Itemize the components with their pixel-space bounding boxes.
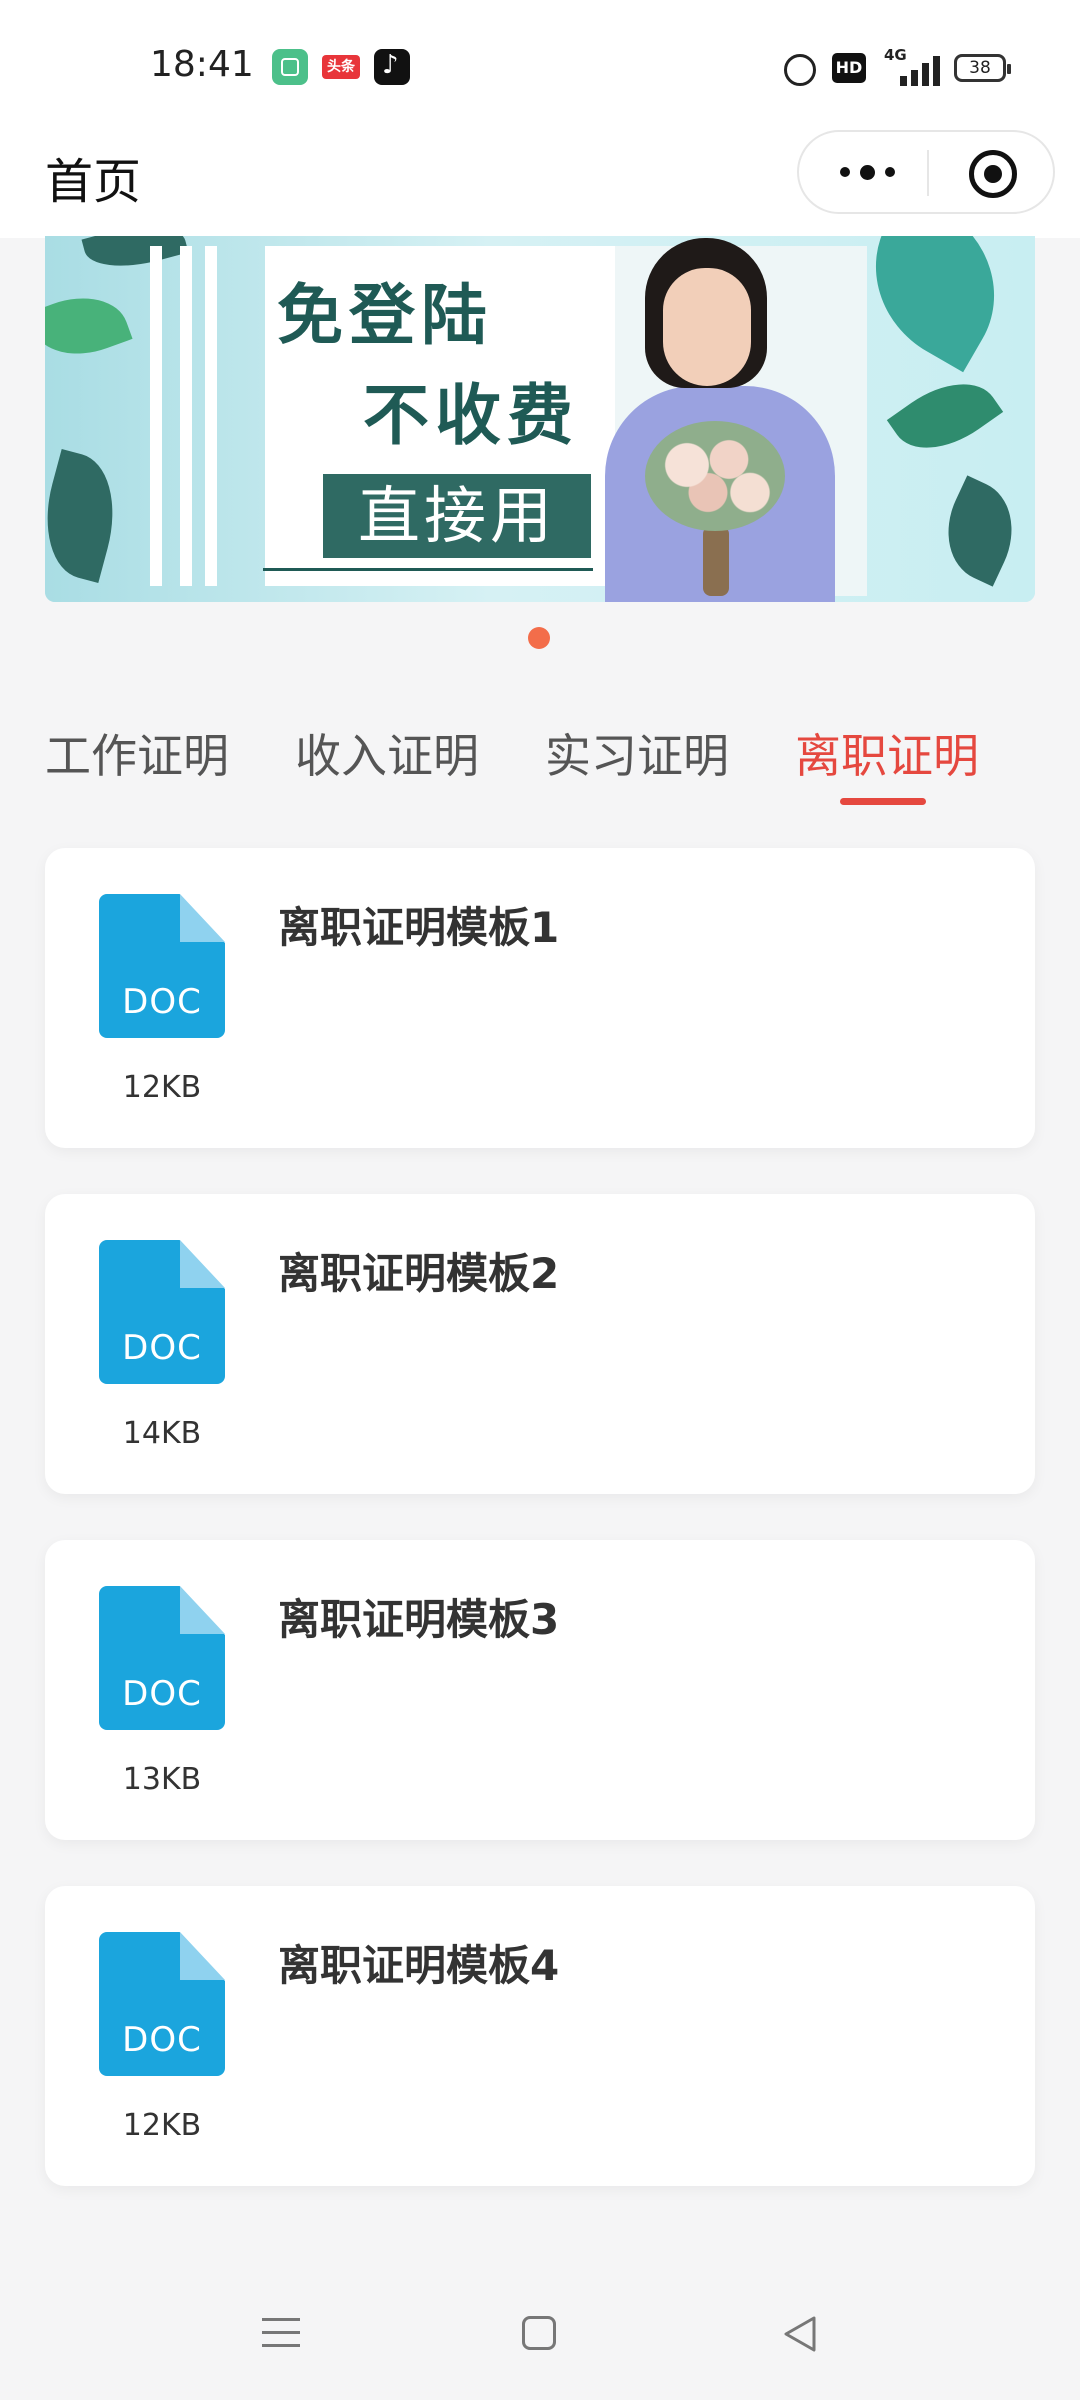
banner-headline-1: 免登陆	[277, 277, 493, 354]
file-size: 12KB	[122, 2108, 202, 2143]
file-card[interactable]: DOC 离职证明模板4 12KB	[45, 1886, 1035, 2186]
status-time: 18:41	[150, 44, 254, 85]
file-card[interactable]: DOC 离职证明模板2 14KB	[45, 1194, 1035, 1494]
banner-headline-2: 不收费	[363, 377, 579, 454]
system-navigation-bar	[0, 2270, 1080, 2400]
doc-type-label: DOC	[122, 2020, 202, 2060]
hd-icon: HD	[832, 53, 866, 83]
gallery-app-icon	[272, 49, 308, 85]
doc-fold-icon	[180, 1586, 225, 1634]
tab-internship-certificate[interactable]: 实习证明	[545, 720, 729, 786]
banner-cta: 直接用	[323, 474, 591, 558]
file-size: 13KB	[122, 1762, 202, 1797]
category-tabs: 工作证明 收入证明 实习证明 离职证明	[0, 700, 1080, 820]
doc-type-label: DOC	[122, 982, 202, 1022]
bouquet-stems	[703, 526, 729, 596]
doc-type-label: DOC	[122, 1328, 202, 1368]
tab-work-certificate[interactable]: 工作证明	[45, 720, 229, 786]
status-bar: 18:41 头条 HD 4G 38	[0, 0, 1080, 120]
menu-icon[interactable]	[262, 2316, 300, 2350]
mini-program-capsule	[797, 130, 1055, 214]
file-size: 14KB	[122, 1416, 202, 1451]
alarm-icon	[784, 54, 816, 86]
page-title: 首页	[45, 154, 142, 210]
more-dots-icon[interactable]	[817, 142, 917, 202]
banner-stripe	[180, 246, 192, 586]
battery-icon: 38	[954, 54, 1011, 82]
file-title: 离职证明模板3	[278, 1595, 560, 1644]
banner[interactable]: 免登陆 不收费 直接用	[45, 236, 1035, 602]
target-close-icon[interactable]	[969, 150, 1017, 198]
toutiao-app-icon: 头条	[322, 55, 360, 79]
bouquet-image	[645, 421, 785, 531]
signal-icon: 4G	[884, 46, 940, 86]
file-title: 离职证明模板1	[278, 903, 560, 952]
file-title: 离职证明模板4	[278, 1941, 560, 1990]
doc-fold-icon	[180, 1240, 225, 1288]
banner-pager-dot	[528, 627, 550, 649]
file-title: 离职证明模板2	[278, 1249, 560, 1298]
file-size: 12KB	[122, 1070, 202, 1105]
doc-fold-icon	[180, 894, 225, 942]
nav-bar: 首页	[0, 120, 1080, 238]
file-card[interactable]: DOC 离职证明模板1 12KB	[45, 848, 1035, 1148]
file-card[interactable]: DOC 离职证明模板3 13KB	[45, 1540, 1035, 1840]
doc-type-label: DOC	[122, 1674, 202, 1714]
model-face	[663, 268, 751, 386]
home-icon[interactable]	[522, 2316, 556, 2350]
doc-fold-icon	[180, 1932, 225, 1980]
banner-stripe	[205, 246, 217, 586]
active-tab-indicator	[840, 798, 926, 805]
banner-stripe	[150, 246, 162, 586]
tab-income-certificate[interactable]: 收入证明	[295, 720, 479, 786]
tiktok-app-icon	[374, 49, 410, 85]
capsule-divider	[927, 150, 929, 196]
network-label: 4G	[884, 46, 907, 64]
banner-rule	[263, 568, 593, 571]
tab-resignation-certificate[interactable]: 离职证明	[795, 720, 979, 786]
